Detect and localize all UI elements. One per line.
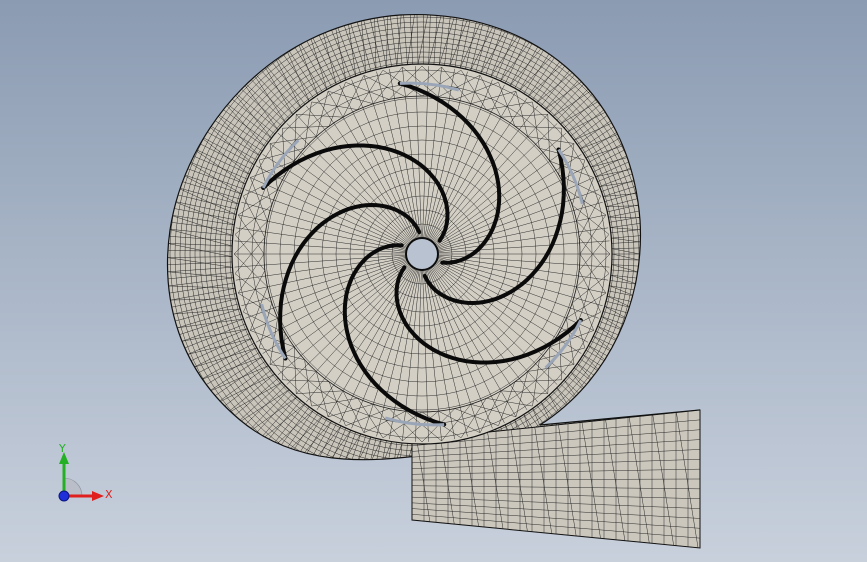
impeller-region: [231, 63, 613, 445]
graphics-viewport[interactable]: Y X: [0, 0, 867, 562]
coordinate-triad: Y X: [58, 442, 113, 502]
pump-mesh-model[interactable]: [0, 0, 867, 562]
z-axis-dot: [58, 490, 70, 502]
shaft-bore: [405, 237, 439, 271]
x-axis-label: X: [105, 488, 113, 501]
y-axis-label: Y: [58, 442, 66, 455]
x-axis-arrowhead: [92, 491, 104, 501]
